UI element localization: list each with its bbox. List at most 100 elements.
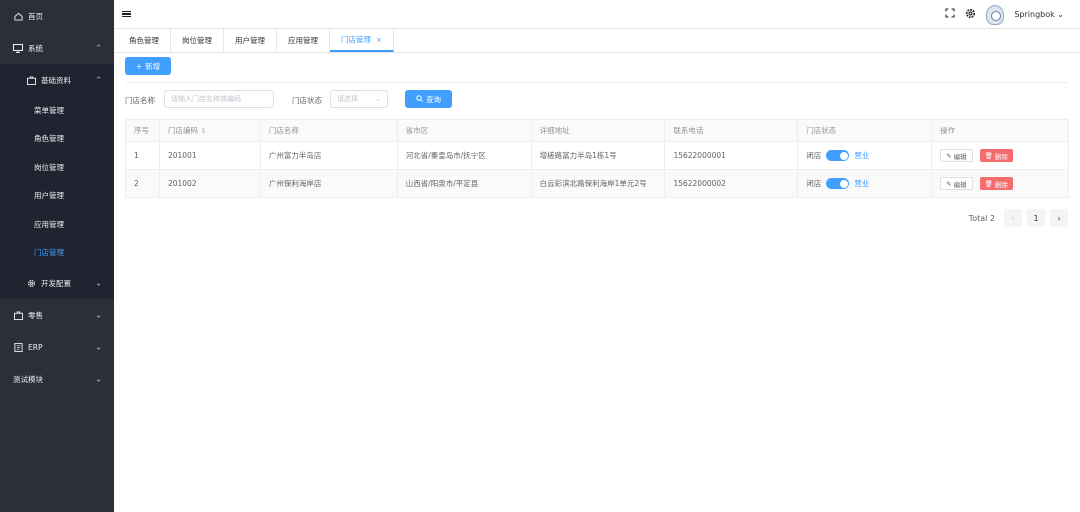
column-header-label: 门店编码 xyxy=(167,126,198,135)
plus-icon: + xyxy=(135,61,143,71)
chevron-down-icon: ⌄ xyxy=(1057,10,1064,19)
edit-button-label: 编辑 xyxy=(953,180,967,189)
tab-user-mgmt[interactable]: 用户管理 xyxy=(224,29,277,52)
sidebar-item-app-mgmt[interactable]: 应用管理 xyxy=(0,210,114,239)
sidebar-item-label: 开发配置 xyxy=(41,278,71,288)
sidebar-item-store-mgmt[interactable]: 门店管理 xyxy=(0,239,114,268)
column-header-actions: 操作 xyxy=(932,120,1070,141)
tab-role-mgmt[interactable]: 角色管理 xyxy=(118,29,171,52)
delete-button-label: 删除 xyxy=(994,180,1008,189)
delete-button[interactable]: 🗑︎ 删除 xyxy=(979,149,1013,162)
sidebar-item-basic-data[interactable]: 基础资料 ⌃ xyxy=(0,64,114,96)
sidebar-item-post-mgmt[interactable]: 岗位管理 xyxy=(0,153,114,182)
sidebar-item-label: 测试模块 xyxy=(13,374,43,384)
cell-code: 201001 xyxy=(160,142,261,169)
chevron-left-icon: ‹ xyxy=(1011,213,1015,223)
cell-actions: ✎ 编辑 🗑︎ 删除 xyxy=(932,170,1070,197)
tab-label: 应用管理 xyxy=(288,36,318,45)
status-toggle[interactable] xyxy=(826,150,850,161)
sidebar-item-role-mgmt[interactable]: 角色管理 xyxy=(0,125,114,154)
add-button-label: 新增 xyxy=(145,61,161,71)
tab-app-mgmt[interactable]: 应用管理 xyxy=(277,29,330,52)
tab-post-mgmt[interactable]: 岗位管理 xyxy=(171,29,224,52)
gear-icon[interactable] xyxy=(965,8,976,22)
top-header: Springbok ⌄ xyxy=(114,0,1080,29)
switch-on-label: 营业 xyxy=(854,151,870,160)
table-row: 1 201001 广州富力半岛店 河北省/秦皇岛市/抚宁区 增槎路富力半岛1栋1… xyxy=(126,142,1070,170)
sidebar-item-erp[interactable]: ERP ⌄ xyxy=(0,331,114,363)
trash-icon: 🗑︎ xyxy=(984,179,993,188)
monitor-icon xyxy=(13,43,23,53)
store-name-label: 门店名称 xyxy=(125,96,155,105)
store-table: 序号 门店编码 ▴ ▾ 门店名称 省市区 详细地址 联系电话 门店状态 操作 1 2… xyxy=(125,119,1070,198)
store-status-label: 门店状态 xyxy=(292,96,322,105)
sidebar-item-label: 系统 xyxy=(28,43,43,53)
sidebar-item-system[interactable]: 系统 ⌃ xyxy=(0,32,114,64)
chevron-down-icon: ⌄ xyxy=(95,278,102,288)
table-header: 序号 门店编码 ▴ ▾ 门店名称 省市区 详细地址 联系电话 门店状态 操作 xyxy=(126,120,1070,142)
hamburger-icon[interactable] xyxy=(122,10,131,18)
cell-name: 广州富力半岛店 xyxy=(261,142,398,169)
chevron-right-icon: › xyxy=(1057,213,1061,223)
table-row: 2 201002 广州保利海岸店 山西省/阳泉市/平定县 白云彩滨北路保利海岸1… xyxy=(126,170,1070,198)
page-number-button[interactable]: 1 xyxy=(1027,209,1045,227)
status-toggle[interactable] xyxy=(826,178,850,189)
cell-index: 2 xyxy=(126,170,160,197)
cell-name: 广州保利海岸店 xyxy=(261,170,398,197)
edit-button[interactable]: ✎ 编辑 xyxy=(940,177,973,190)
fullscreen-icon[interactable] xyxy=(945,8,955,21)
cell-phone: 15622000001 xyxy=(665,142,799,169)
column-header-code[interactable]: 门店编码 ▴ ▾ xyxy=(160,120,261,141)
status-switch-group: 闭店 营业 xyxy=(806,150,869,161)
edit-button[interactable]: ✎ 编辑 xyxy=(940,149,973,162)
username-label: Springbok xyxy=(1014,10,1055,19)
tab-bar: 角色管理 岗位管理 用户管理 应用管理 门店管理 × xyxy=(114,29,1080,53)
search-button[interactable]: 查询 xyxy=(405,90,452,108)
chevron-up-icon: ⌃ xyxy=(95,75,102,85)
tab-label: 门店管理 xyxy=(341,35,371,44)
close-icon[interactable]: × xyxy=(376,36,382,44)
home-icon xyxy=(13,11,23,21)
briefcase-icon xyxy=(26,75,36,85)
sidebar-item-home[interactable]: 首页 xyxy=(0,0,114,32)
tab-label: 角色管理 xyxy=(129,36,159,45)
cell-area: 河北省/秦皇岛市/抚宁区 xyxy=(398,142,532,169)
add-button[interactable]: + 新增 xyxy=(125,57,171,75)
avatar[interactable] xyxy=(986,4,1005,25)
sidebar-item-menu-mgmt[interactable]: 菜单管理 xyxy=(0,96,114,125)
sort-icon[interactable]: ▴ ▾ xyxy=(202,125,205,135)
sidebar-item-label: ERP xyxy=(28,342,43,352)
search-button-label: 查询 xyxy=(426,94,441,104)
cell-address: 增槎路富力半岛1栋1号 xyxy=(532,142,666,169)
pagination-total: Total 2 xyxy=(968,213,995,223)
sidebar: 首页 系统 ⌃ 基础资料 ⌃ 菜单管理 角色管理 岗位管理 用户管理 应用管理 … xyxy=(0,0,114,512)
sidebar-item-label: 首页 xyxy=(28,11,43,21)
store-name-input[interactable]: 请输入门店名称或编码 xyxy=(164,90,274,108)
next-page-button[interactable]: › xyxy=(1050,209,1068,227)
pagination: Total 2 ‹ 1 › xyxy=(969,209,1068,227)
delete-button-label: 删除 xyxy=(994,152,1008,161)
sidebar-item-user-mgmt[interactable]: 用户管理 xyxy=(0,182,114,211)
sidebar-item-test-module[interactable]: 测试模块 ⌄ xyxy=(0,363,114,395)
delete-button[interactable]: 🗑︎ 删除 xyxy=(979,177,1013,190)
cell-index: 1 xyxy=(126,142,160,169)
store-status-select[interactable]: 请选择 ⌄ xyxy=(330,90,388,108)
prev-page-button[interactable]: ‹ xyxy=(1004,209,1022,227)
divider xyxy=(125,82,1068,83)
main-content: + 新增 门店名称 请输入门店名称或编码 门店状态 请选择 ⌄ 查询 序号 门店… xyxy=(114,53,1080,512)
sidebar-item-label: 角色管理 xyxy=(34,134,64,144)
tab-store-mgmt[interactable]: 门店管理 × xyxy=(330,29,394,52)
store-status-placeholder: 请选择 xyxy=(337,95,358,103)
column-header-index: 序号 xyxy=(126,120,160,141)
sidebar-item-retail[interactable]: 零售 ⌄ xyxy=(0,299,114,331)
switch-off-label: 闭店 xyxy=(806,179,822,188)
username-dropdown[interactable]: Springbok ⌄ xyxy=(1014,10,1064,19)
cell-status: 闭店 营业 xyxy=(798,142,933,169)
status-switch-group: 闭店 营业 xyxy=(806,178,869,189)
chevron-down-icon: ⌄ xyxy=(95,342,102,352)
header-actions: Springbok ⌄ xyxy=(945,0,1064,29)
sidebar-item-label: 应用管理 xyxy=(34,219,64,229)
edit-icon: ✎ xyxy=(946,151,952,160)
sidebar-item-dev-config[interactable]: 开发配置 ⌄ xyxy=(0,267,114,299)
trash-icon: 🗑︎ xyxy=(984,151,993,160)
